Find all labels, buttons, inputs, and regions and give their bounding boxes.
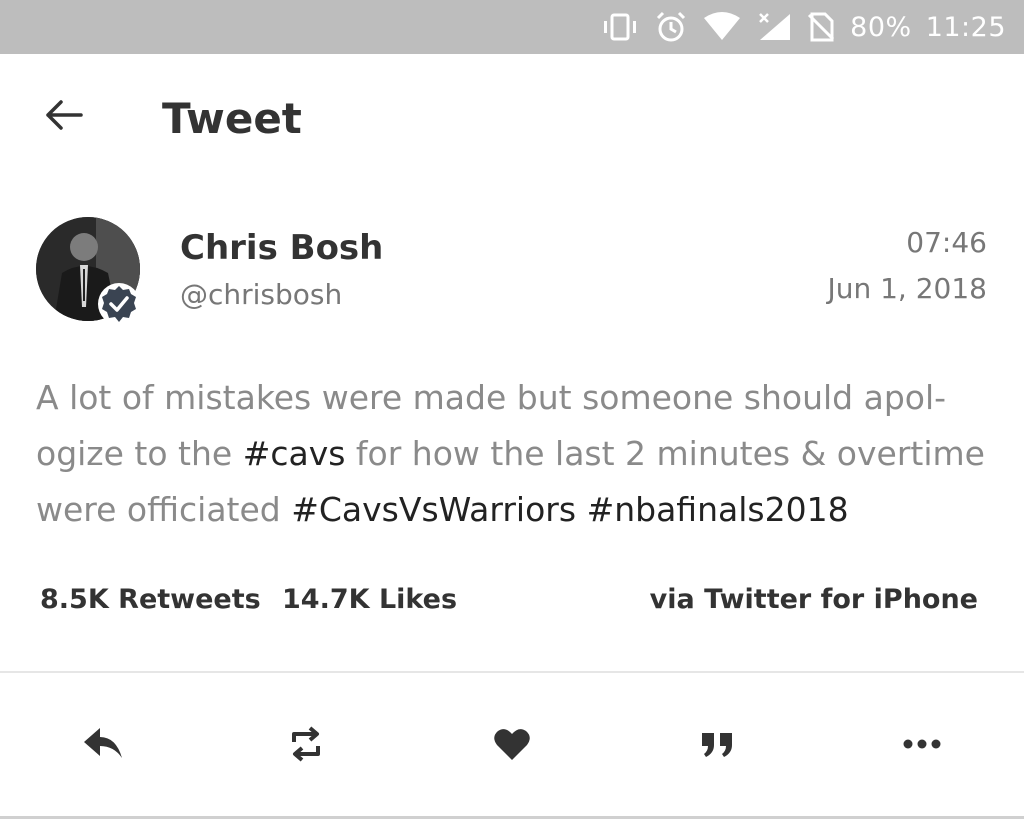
retweets-count[interactable]: 8.5K Retweets	[40, 584, 261, 615]
tweet-text-segment: were officiated	[36, 490, 292, 529]
retweet-button[interactable]	[282, 722, 330, 770]
tweet-source[interactable]: via Twitter for iPhone	[650, 584, 978, 615]
tweet-text-segment: ogize to the	[36, 434, 243, 473]
author-handle[interactable]: @chrisbosh	[180, 278, 342, 311]
hashtag-link[interactable]: #CavsVsWarriors	[291, 490, 576, 529]
hashtag-link[interactable]: #nbafinals2018	[587, 490, 849, 529]
quote-icon	[700, 729, 736, 764]
status-bar: 80% 11:25	[0, 0, 1024, 54]
tweet-date: Jun 1, 2018	[827, 272, 987, 305]
likes-count[interactable]: 14.7K Likes	[282, 584, 457, 615]
sim-off-icon	[806, 12, 836, 42]
tweet-text-line: ogize to the #cavs for how the last 2 mi…	[36, 426, 996, 482]
alarm-icon	[654, 10, 688, 44]
more-button[interactable]	[898, 722, 946, 770]
status-icons: 80% 11:25	[600, 0, 1006, 54]
signal-icon	[756, 12, 792, 42]
author-name[interactable]: Chris Bosh	[180, 228, 383, 268]
tweet-text-line: A lot of mistakes were made but someone …	[36, 370, 996, 426]
clock: 11:25	[925, 11, 1006, 43]
back-arrow-icon	[43, 99, 83, 136]
like-icon	[493, 727, 531, 766]
quote-button[interactable]	[694, 722, 742, 770]
page-title: Tweet	[162, 94, 302, 143]
tweet-text-segment: for how the last 2 minutes & overtime	[345, 434, 985, 473]
reply-icon	[80, 726, 124, 767]
retweet-icon	[286, 724, 326, 769]
reply-button[interactable]	[78, 722, 126, 770]
verified-badge-icon	[97, 282, 141, 326]
tweet-text-segment	[576, 490, 587, 529]
tweet-time: 07:46	[906, 226, 987, 259]
app-header: Tweet	[0, 54, 1024, 184]
battery-percent: 80%	[850, 11, 912, 43]
tweet-stats: 8.5K Retweets 14.7K Likes via Twitter fo…	[40, 584, 984, 624]
more-icon	[902, 737, 942, 755]
wifi-icon	[702, 12, 742, 42]
tweet-text-segment: A lot of mistakes were made but someone …	[36, 378, 947, 417]
divider	[0, 671, 1024, 673]
tweet-text: A lot of mistakes were made but someone …	[36, 370, 996, 538]
vibrate-icon	[600, 12, 640, 42]
tweet-text-line: were officiated #CavsVsWarriors #nbafina…	[36, 482, 996, 538]
like-button[interactable]	[488, 722, 536, 770]
hashtag-link[interactable]: #cavs	[243, 434, 346, 473]
back-button[interactable]	[40, 94, 86, 140]
